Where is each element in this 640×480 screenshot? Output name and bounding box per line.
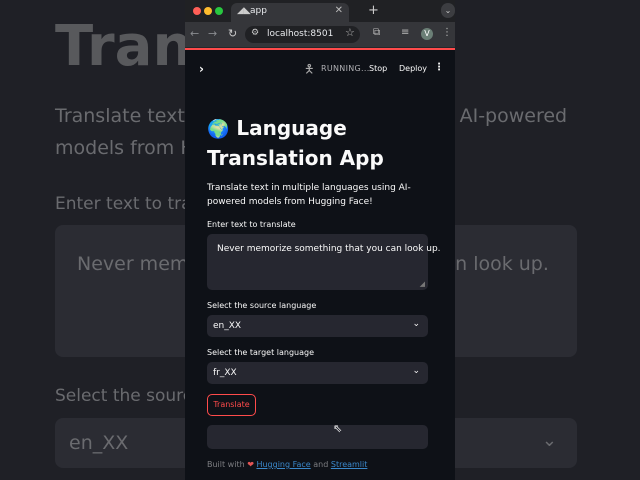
source-language-label: Select the source language: [207, 301, 317, 310]
source-language-value: en_XX: [213, 321, 242, 331]
reload-icon[interactable]: ↻: [228, 27, 237, 40]
streamlit-app: › 🯅 RUNNING... Stop Deploy ⋮ 🌍 Language …: [185, 48, 455, 480]
browser-tab[interactable]: ◢◣ app ✕: [231, 3, 349, 22]
page-title-text: Language Translation App: [207, 116, 384, 170]
chevron-down-icon: ⌄: [412, 366, 420, 376]
translate-button[interactable]: Translate: [207, 394, 256, 416]
address-bar[interactable]: ⚙ localhost:8501: [245, 26, 360, 43]
bg-chevron-down-icon: ⌄: [541, 430, 557, 451]
footer-and: and: [313, 460, 329, 469]
profile-avatar[interactable]: V: [421, 28, 433, 40]
text-to-translate-input[interactable]: Never memorize something that you can lo…: [207, 234, 441, 290]
back-icon[interactable]: ←: [190, 27, 199, 40]
heart-icon: ❤: [247, 460, 254, 469]
running-man-icon: 🯅: [304, 62, 315, 76]
globe-icon: 🌍: [207, 119, 230, 140]
site-info-icon[interactable]: ⚙: [251, 28, 259, 38]
media-icon[interactable]: ≡: [401, 27, 409, 38]
sidebar-toggle-chevron-icon[interactable]: ›: [199, 62, 204, 76]
target-language-value: fr_XX: [213, 368, 237, 378]
chevron-down-icon: ⌄: [412, 319, 420, 329]
browser-menu-icon[interactable]: ⋮: [442, 27, 452, 38]
address-url: localhost:8501: [267, 29, 334, 39]
window-zoom-button[interactable]: [215, 7, 223, 15]
tab-search-icon[interactable]: ⌄: [441, 3, 455, 18]
page-title: 🌍 Language Translation App: [207, 114, 429, 173]
browser-window: ◢◣ app ✕ + ⌄ ← → ↻ ⚙ localhost:8501 ☆ ⧉ …: [185, 0, 455, 480]
footer-prefix: Built with: [207, 460, 245, 469]
new-tab-icon[interactable]: +: [368, 3, 379, 18]
mouse-pointer-icon: ⇖: [333, 422, 343, 435]
extensions-icon[interactable]: ⧉: [373, 27, 380, 38]
resize-handle-icon[interactable]: ◢: [420, 280, 425, 288]
footer: Built with ❤ Hugging Face and Streamlit: [207, 460, 367, 469]
text-to-translate-value: Never memorize something that you can lo…: [217, 244, 441, 254]
deploy-button[interactable]: Deploy: [399, 64, 427, 73]
target-language-label: Select the target language: [207, 348, 315, 357]
tab-title: app: [250, 6, 267, 16]
browser-toolbar: ← → ↻ ⚙ localhost:8501 ☆ ⧉ ≡ V ⋮: [185, 22, 455, 48]
streamlit-link[interactable]: Streamlit: [331, 460, 368, 469]
tab-close-icon[interactable]: ✕: [335, 5, 343, 16]
window-close-button[interactable]: [193, 7, 201, 15]
running-status: RUNNING...: [321, 64, 370, 73]
hugging-face-link[interactable]: Hugging Face: [256, 460, 310, 469]
window-minimize-button[interactable]: [204, 7, 212, 15]
stop-button[interactable]: Stop: [369, 64, 387, 73]
tab-bar: ◢◣ app ✕ + ⌄: [185, 0, 455, 22]
main-content: 🌍 Language Translation App Translate tex…: [207, 114, 441, 469]
page-description: Translate text in multiple languages usi…: [207, 183, 411, 207]
text-input-label: Enter text to translate: [207, 220, 296, 229]
main-menu-icon[interactable]: ⋮: [434, 62, 444, 73]
bookmark-star-icon[interactable]: ☆: [345, 26, 355, 39]
app-header: › 🯅 RUNNING... Stop Deploy ⋮: [185, 50, 455, 88]
translation-output: [207, 425, 428, 449]
forward-icon[interactable]: →: [208, 27, 217, 40]
source-language-select[interactable]: en_XX ⌄: [207, 315, 428, 337]
streamlit-favicon-icon: ◢◣: [237, 6, 251, 16]
bg-source-value: en_XX: [69, 432, 129, 454]
target-language-select[interactable]: fr_XX ⌄: [207, 362, 428, 384]
